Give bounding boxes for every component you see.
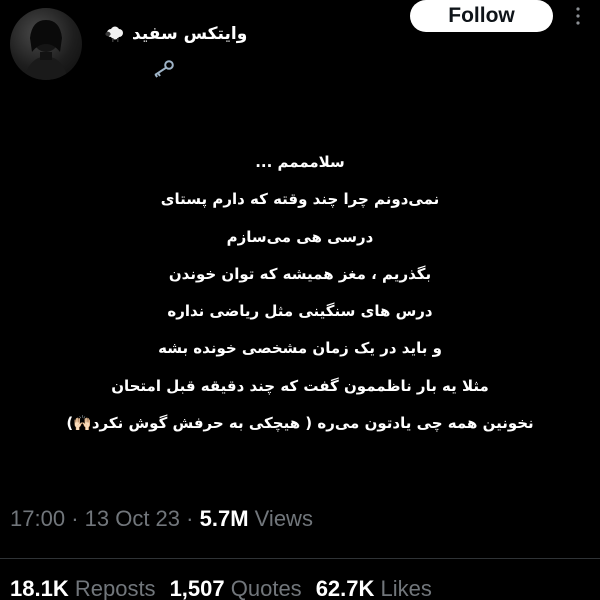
quotes-stat[interactable]: 1,507 Quotes (170, 576, 302, 600)
meta-separator: · (186, 506, 194, 531)
reposts-stat[interactable]: 18.1K Reposts (10, 576, 156, 600)
divider (0, 558, 600, 559)
views-label[interactable]: Views (255, 506, 313, 531)
author-display-name[interactable]: وایتکس سفید (132, 24, 247, 44)
tweet-line: درسی هی می‌سازم (226, 227, 374, 246)
sheep-icon (104, 25, 126, 43)
tweet-meta: 17:00 · 13 Oct 23 · 5.7M Views (10, 506, 313, 532)
quotes-count: 1,507 (169, 576, 225, 600)
author-name-row[interactable]: وایتکس سفید (104, 24, 247, 44)
likes-count: 62.7K (315, 576, 375, 600)
likes-label: Likes (380, 576, 432, 600)
tweet-line: درس های سنگینی مثل ریاضی نداره (167, 302, 433, 321)
tweet-date[interactable]: 13 Oct 23 (85, 506, 180, 531)
avatar-image (24, 20, 68, 80)
quotes-label: Quotes (230, 576, 302, 600)
meta-separator: · (71, 506, 79, 531)
follow-button[interactable]: Follow (410, 0, 553, 32)
engagement-stats: 18.1K Reposts 1,507 Quotes 62.7K Likes (10, 576, 432, 600)
tweet-line: و باید در یک زمان مشخصی خونده بشه (158, 339, 442, 358)
tweet-line: نمی‌دونم چرا چند وقته که دارم پستای (160, 190, 440, 209)
tweet-line: سلامممم ... (255, 153, 345, 171)
reposts-label: Reposts (74, 576, 156, 600)
tweet-time[interactable]: 17:00 (10, 506, 65, 531)
tweet-line: نخونین همه چی یادتون می‌ره ( هیچکی به حر… (66, 414, 534, 433)
views-count[interactable]: 5.7M (200, 506, 249, 531)
tweet-line: مثلا یه بار ناظممون گفت که چند دقیقه قبل… (111, 376, 489, 395)
avatar[interactable] (10, 8, 82, 80)
more-vertical-icon[interactable] (575, 6, 581, 26)
likes-stat[interactable]: 62.7K Likes (316, 576, 432, 600)
reposts-count: 18.1K (10, 576, 69, 600)
tweet-line: بگذریم ، مغز همیشه که توان خوندن (168, 264, 432, 283)
tweet-text: سلامممم ... نمی‌دونم چرا چند وقته که دار… (20, 144, 580, 442)
key-icon (150, 60, 174, 82)
